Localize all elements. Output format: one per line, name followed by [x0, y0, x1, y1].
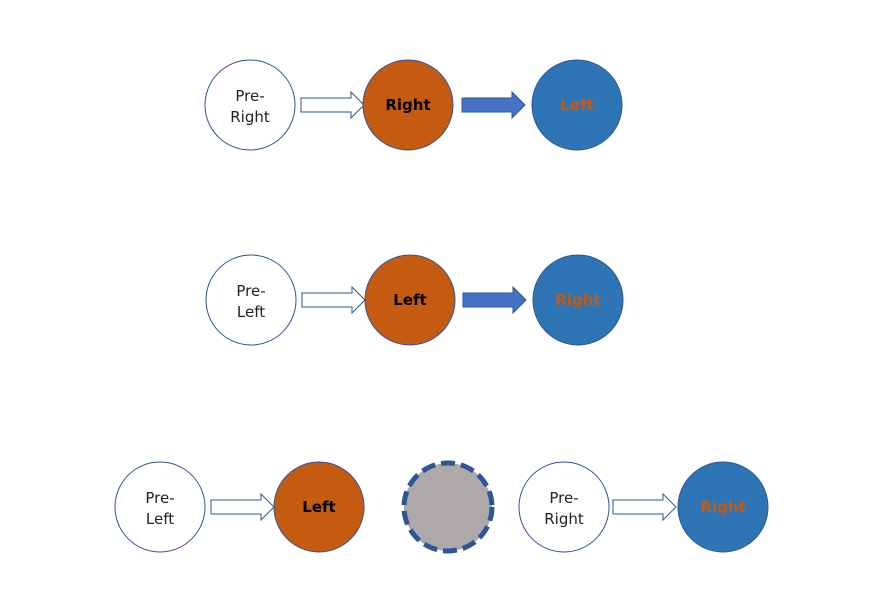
pre-right-node — [204, 59, 296, 151]
filled-arrow-icon — [461, 90, 526, 120]
pre-left-node — [114, 461, 206, 553]
row-1: Pre- Right Right Left — [204, 59, 623, 151]
pre-left-label-line2: Left — [146, 510, 174, 528]
hollow-arrow-icon — [301, 285, 366, 315]
pre-right-node — [518, 461, 610, 553]
pre-left-label-line2: Left — [237, 303, 265, 321]
pre-right-label-line2: Right — [544, 510, 584, 528]
pre-left-node — [205, 254, 297, 346]
row-3: Pre- Left Left Pre- Right Right — [114, 460, 769, 554]
left-node-label: Left — [302, 498, 335, 516]
pre-left-label-line1: Pre- — [145, 489, 174, 507]
pre-right-label-line2: Right — [230, 108, 270, 126]
pre-right-label-line1: Pre- — [549, 489, 578, 507]
right-node-label: Right — [700, 498, 745, 516]
diagram-canvas: Pre- Right Right Left Pre- Left Left Rig… — [114, 59, 769, 554]
dashed-gray-node — [401, 460, 495, 554]
filled-arrow-icon — [462, 285, 527, 315]
left-node-label: Left — [393, 291, 426, 309]
hollow-arrow-icon — [210, 492, 275, 522]
left-node-label: Left — [560, 96, 593, 114]
right-node-label: Right — [385, 96, 430, 114]
hollow-arrow-icon — [300, 90, 365, 120]
row-2: Pre- Left Left Right — [205, 254, 624, 346]
right-node-label: Right — [555, 291, 600, 309]
hollow-arrow-icon — [612, 492, 677, 522]
pre-right-label-line1: Pre- — [235, 87, 264, 105]
pre-left-label-line1: Pre- — [236, 282, 265, 300]
